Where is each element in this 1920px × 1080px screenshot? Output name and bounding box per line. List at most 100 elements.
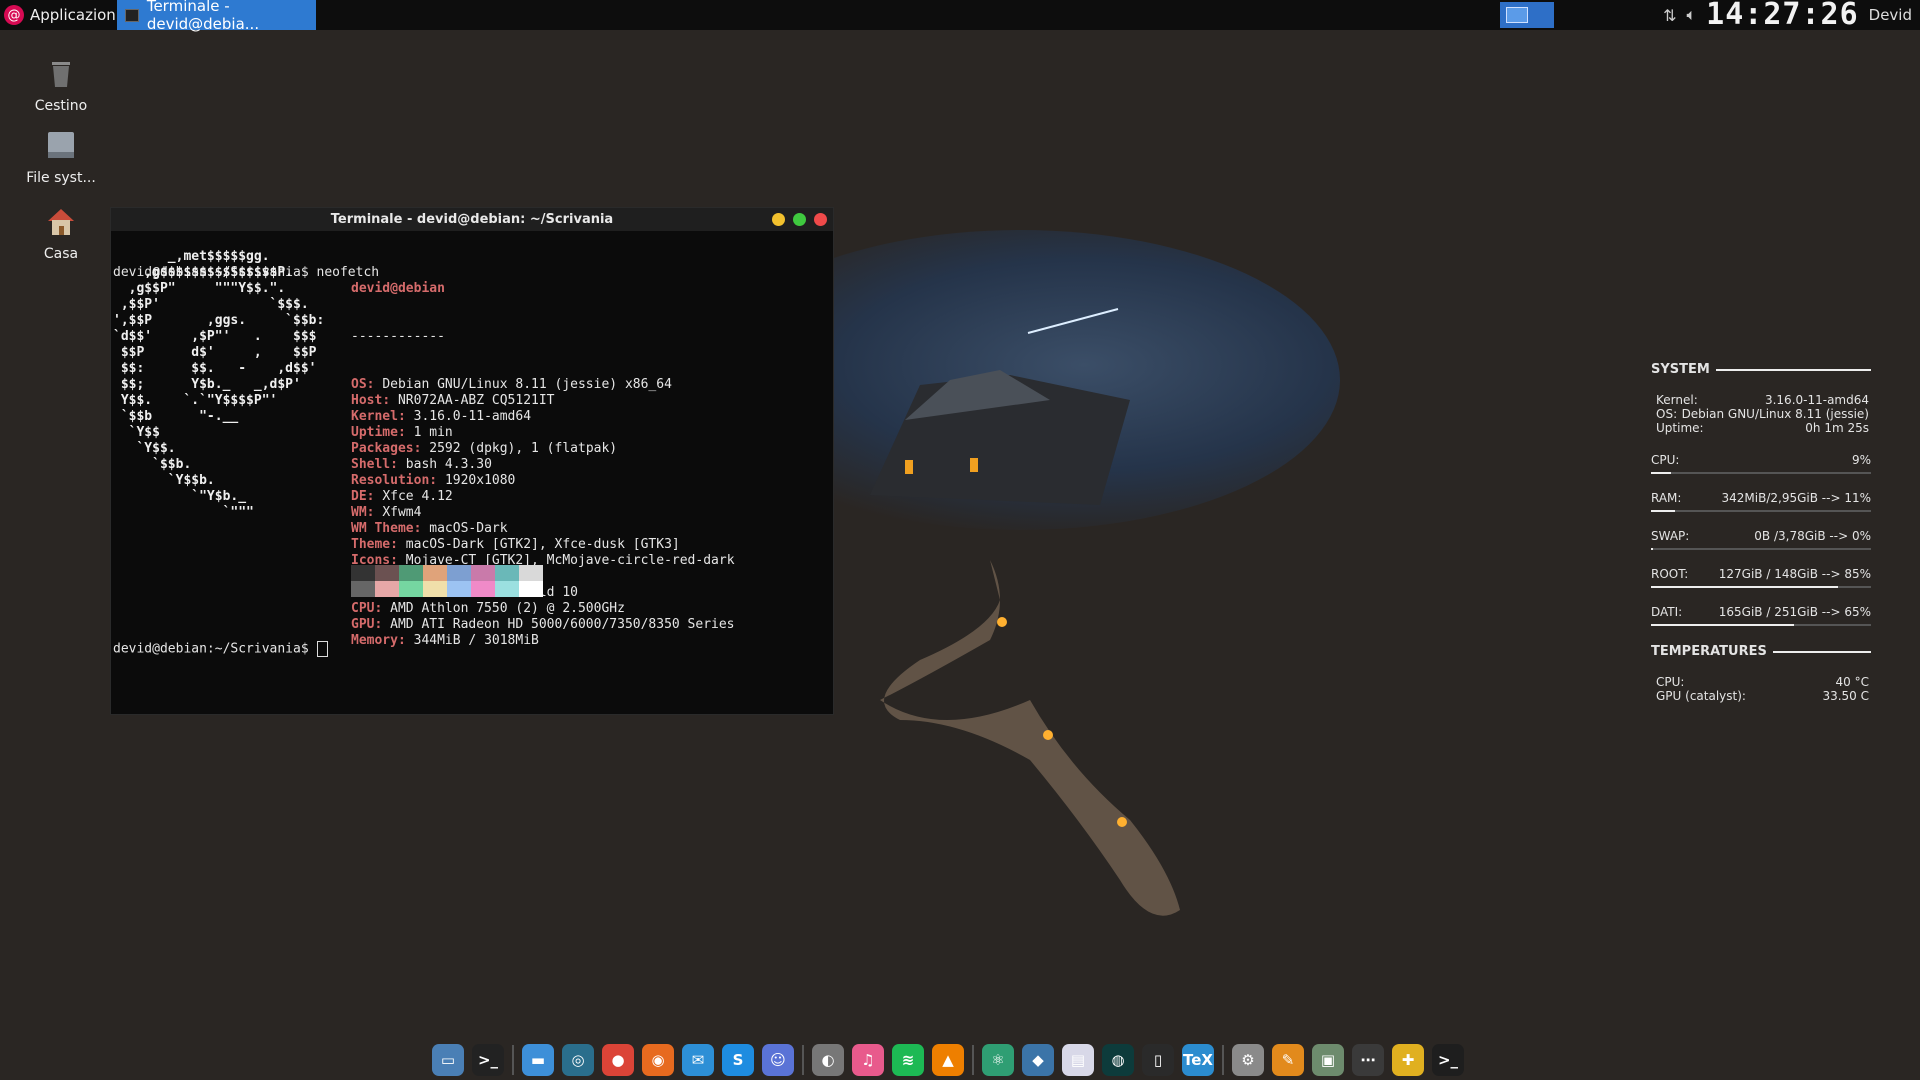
prompt-text: devid@debian:~/Scrivania$ bbox=[113, 641, 317, 657]
uptime-row: Uptime: 0h 1m 25s bbox=[1651, 421, 1871, 435]
info-value: 1 min bbox=[413, 425, 453, 440]
settings-dock-icon[interactable]: ⚙ bbox=[1232, 1044, 1264, 1076]
underground-tunnel bbox=[880, 560, 1180, 916]
usage-stat-row: ROOT: 127GiB / 148GiB --> 85% bbox=[1651, 567, 1871, 581]
palette-swatch bbox=[423, 565, 447, 581]
dock-separator bbox=[972, 1045, 974, 1075]
usage-stat-row: CPU: 9% bbox=[1651, 453, 1871, 467]
tunnel-light bbox=[1043, 730, 1053, 740]
usage-bar-fill bbox=[1651, 624, 1794, 626]
minimize-button[interactable] bbox=[772, 213, 785, 226]
usage-stat-label: CPU: bbox=[1651, 453, 1680, 467]
terminal-dock-icon[interactable]: >_ bbox=[472, 1044, 504, 1076]
usage-stats: CPU: 9% RAM: 342MiB/2,95GiB --> 11% SWAP: 0B … bbox=[1651, 453, 1871, 626]
python-dock-icon[interactable]: ◆ bbox=[1022, 1044, 1054, 1076]
close-button[interactable] bbox=[814, 213, 827, 226]
dock: ▭ >_ ▬ ◎ ● ◉ ✉ S ☺ ◐ ♫ ≋ ▲ ⚛ ◆ ▤ ◍ ▯ TeX ⚙ ✎ ▣ ⋯ ✚ >_ bbox=[428, 1040, 1468, 1080]
gpu-temp-label: GPU (catalyst): bbox=[1656, 689, 1746, 703]
usage-stat-label: DATI: bbox=[1651, 605, 1683, 619]
system-title: SYSTEM bbox=[1651, 362, 1710, 377]
disk-dock-icon[interactable]: ◐ bbox=[812, 1044, 844, 1076]
folder-dock-icon[interactable]: ▬ bbox=[522, 1044, 554, 1076]
discord-dock-icon[interactable]: ☺ bbox=[762, 1044, 794, 1076]
usage-stat: ROOT: 127GiB / 148GiB --> 85% bbox=[1651, 567, 1871, 588]
usage-bar-fill bbox=[1651, 510, 1676, 512]
usage-stat-value: 0B /3,78GiB --> 0% bbox=[1754, 529, 1871, 543]
tex-dock-icon[interactable]: TeX bbox=[1182, 1044, 1214, 1076]
usage-bar bbox=[1651, 510, 1871, 512]
screenshot-dock-icon[interactable]: ◎ bbox=[562, 1044, 594, 1076]
files-dock-icon[interactable]: ▭ bbox=[432, 1044, 464, 1076]
usage-stat: DATI: 165GiB / 251GiB --> 65% bbox=[1651, 605, 1871, 626]
document-dock-icon[interactable]: ▤ bbox=[1062, 1044, 1094, 1076]
info-colon: : bbox=[374, 617, 391, 632]
terminal2-dock-icon[interactable]: >_ bbox=[1432, 1044, 1464, 1076]
maximize-button[interactable] bbox=[793, 213, 806, 226]
info-colon: : bbox=[366, 489, 383, 504]
info-value: bash 4.3.30 bbox=[405, 457, 492, 472]
tunnel-light bbox=[997, 617, 1007, 627]
info-value: Xfce 4.12 bbox=[382, 489, 453, 504]
info-key: CPU bbox=[351, 601, 375, 616]
info-row: Memory: 344MiB / 3018MiB bbox=[351, 633, 735, 649]
info-colon: : bbox=[366, 505, 383, 520]
notes-dock-icon[interactable]: ▯ bbox=[1142, 1044, 1174, 1076]
editor-dock-icon[interactable]: ✎ bbox=[1272, 1044, 1304, 1076]
usage-stat-label: RAM: bbox=[1651, 491, 1682, 505]
kernel-row: Kernel: 3.16.0-11-amd64 bbox=[1651, 393, 1871, 407]
info-key: OS bbox=[351, 377, 367, 392]
info-row: WM Theme: macOS-Dark bbox=[351, 521, 735, 537]
usage-stat: SWAP: 0B /3,78GiB --> 0% bbox=[1651, 529, 1871, 550]
spotify-dock-icon[interactable]: ≋ bbox=[892, 1044, 924, 1076]
palette-swatch bbox=[351, 565, 375, 581]
terminal-output[interactable]: devid@debian:~/Scrivania$ neofetch _,met… bbox=[111, 231, 833, 657]
monitor-dock-icon[interactable]: ▣ bbox=[1312, 1044, 1344, 1076]
gitkraken-dock-icon[interactable]: ◍ bbox=[1102, 1044, 1134, 1076]
info-colon: : bbox=[413, 441, 430, 456]
usage-bar bbox=[1651, 624, 1871, 626]
shooting-star bbox=[1027, 308, 1119, 334]
info-row: Shell: bash 4.3.30 bbox=[351, 457, 735, 473]
grub-dock-icon[interactable]: ⋯ bbox=[1352, 1044, 1384, 1076]
os-value: Debian GNU/Linux 8.11 (jessie) bbox=[1681, 407, 1869, 421]
conky-system-monitor: SYSTEM Kernel: 3.16.0-11-amd64 OS: Debian … bbox=[1651, 362, 1871, 703]
info-value: 3.16.0-11-amd64 bbox=[413, 409, 532, 424]
palette-swatch bbox=[351, 581, 375, 597]
temperatures-title: TEMPERATURES bbox=[1651, 644, 1767, 659]
vlc-dock-icon[interactable]: ▲ bbox=[932, 1044, 964, 1076]
info-key: Shell bbox=[351, 457, 391, 472]
info-row: WM: Xfwm4 bbox=[351, 505, 735, 521]
terminal-titlebar[interactable]: Terminale - devid@debian: ~/Scrivania bbox=[111, 208, 833, 231]
info-key: Theme bbox=[351, 537, 391, 552]
music-dock-icon[interactable]: ♫ bbox=[852, 1044, 884, 1076]
atom-dock-icon[interactable]: ⚛ bbox=[982, 1044, 1014, 1076]
usage-stat-value: 9% bbox=[1851, 453, 1871, 467]
palette-swatch bbox=[399, 581, 423, 597]
palette-swatch bbox=[519, 565, 543, 581]
info-colon: : bbox=[397, 633, 414, 648]
skype-dock-icon[interactable]: S bbox=[722, 1044, 754, 1076]
info-key: Kernel bbox=[351, 409, 398, 424]
kernel-label: Kernel: bbox=[1656, 393, 1698, 407]
mail-dock-icon[interactable]: ✉ bbox=[682, 1044, 714, 1076]
puzzle-dock-icon[interactable]: ✚ bbox=[1392, 1044, 1424, 1076]
info-key: WM bbox=[351, 505, 367, 520]
usage-stat-row: SWAP: 0B /3,78GiB --> 0% bbox=[1651, 529, 1871, 543]
info-value: macOS-Dark [GTK2], Xfce-dusk [GTK3] bbox=[405, 537, 680, 552]
info-value: 1920x1080 bbox=[444, 473, 516, 488]
terminal-prompt[interactable]: devid@debian:~/Scrivania$ bbox=[113, 641, 328, 658]
os-row: OS: Debian GNU/Linux 8.11 (jessie) bbox=[1651, 407, 1871, 421]
chrome-dock-icon[interactable]: ● bbox=[602, 1044, 634, 1076]
gpu-temp-value: 33.50 C bbox=[1822, 689, 1869, 703]
info-colon: : bbox=[390, 457, 406, 472]
terminal-window[interactable]: Terminale - devid@debian: ~/Scrivania de… bbox=[110, 207, 834, 715]
gpu-temp-row: GPU (catalyst): 33.50 C bbox=[1651, 689, 1871, 703]
house-window bbox=[970, 458, 978, 472]
heading-rule bbox=[1715, 368, 1871, 371]
firefox-dock-icon[interactable]: ◉ bbox=[642, 1044, 674, 1076]
info-colon: : bbox=[429, 473, 445, 488]
color-palette bbox=[351, 565, 543, 597]
palette-swatch bbox=[495, 581, 519, 597]
usage-stat-label: ROOT: bbox=[1651, 567, 1689, 581]
info-colon: : bbox=[397, 425, 414, 440]
